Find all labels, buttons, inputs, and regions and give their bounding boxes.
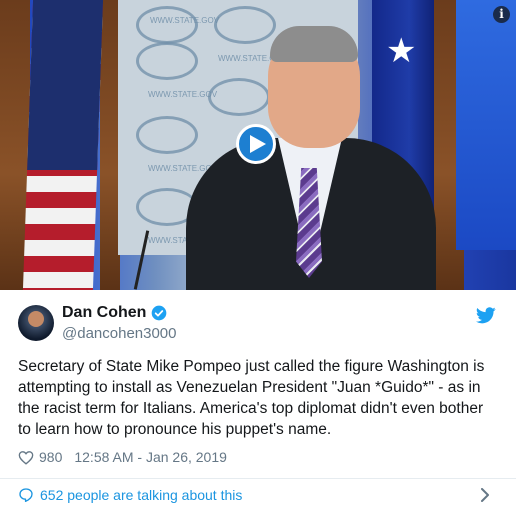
talking-count-text[interactable]: 652 people are talking about this [40,487,242,503]
chevron-right-icon[interactable] [480,488,490,502]
conversation-link[interactable]: 652 people are talking about this [18,485,242,505]
speaker-photo [186,18,436,290]
avatar[interactable] [18,305,54,341]
hair [270,26,358,62]
flag-canton [27,0,104,170]
wood-panel-mid [100,0,120,290]
play-button[interactable] [236,124,276,164]
tweet-card: WWW.STATE.GOV WWW.STATE.GOV WWW.STATE.GO… [0,0,516,513]
video-thumbnail[interactable]: WWW.STATE.GOV WWW.STATE.GOV WWW.STATE.GO… [0,0,516,290]
heart-icon[interactable] [18,450,34,465]
tweet-text: Secretary of State Mike Pompeo just call… [18,358,485,438]
us-flag [22,0,104,290]
twitter-bird-icon[interactable] [476,307,496,324]
like-count[interactable]: 980 [39,449,62,465]
divider [0,478,516,479]
author-name[interactable]: Dan Cohen [62,304,146,322]
verified-badge-icon [151,305,167,321]
play-icon [249,135,266,153]
author-handle[interactable]: @dancohen3000 [62,325,177,342]
blue-screen [456,0,516,250]
timestamp[interactable]: 12:58 AM - Jan 26, 2019 [74,449,227,465]
comment-bubble-icon [19,488,33,502]
info-icon[interactable]: i [493,6,510,23]
tweet-meta: 980 12:58 AM - Jan 26, 2019 [18,448,227,466]
